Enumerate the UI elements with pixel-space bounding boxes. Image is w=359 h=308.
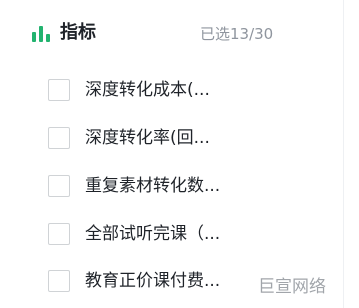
metric-label: 深度转化率(回...	[85, 128, 210, 148]
panel-divider	[343, 0, 344, 308]
metric-checkbox[interactable]	[48, 270, 70, 292]
watermark-text: 巨宣网络	[258, 277, 326, 297]
metric-item[interactable]: 教育正价课付费...	[48, 269, 258, 295]
selected-count: 已选13/30	[200, 25, 274, 43]
metric-checkbox[interactable]	[48, 175, 70, 197]
metric-label: 深度转化成本(...	[85, 80, 210, 100]
metric-label: 教育正价课付费...	[85, 271, 221, 291]
bar-chart-icon	[32, 24, 50, 42]
metric-item[interactable]: 深度转化成本(...	[48, 78, 258, 104]
metrics-header: 指标 已选13/30	[32, 22, 292, 46]
metric-checkbox[interactable]	[48, 79, 70, 101]
metric-label: 重复素材转化数...	[85, 176, 221, 196]
metrics-title: 指标	[60, 22, 96, 43]
metric-checkbox[interactable]	[48, 223, 70, 245]
metric-item[interactable]: 重复素材转化数...	[48, 174, 258, 200]
metrics-panel: 指标 已选13/30 深度转化成本(... 深度转化率(回... 重复素材转化数…	[0, 0, 359, 308]
metric-checkbox[interactable]	[48, 127, 70, 149]
metric-item[interactable]: 深度转化率(回...	[48, 126, 258, 152]
metric-item[interactable]: 全部试听完课（...	[48, 222, 258, 248]
metric-label: 全部试听完课（...	[85, 224, 221, 244]
